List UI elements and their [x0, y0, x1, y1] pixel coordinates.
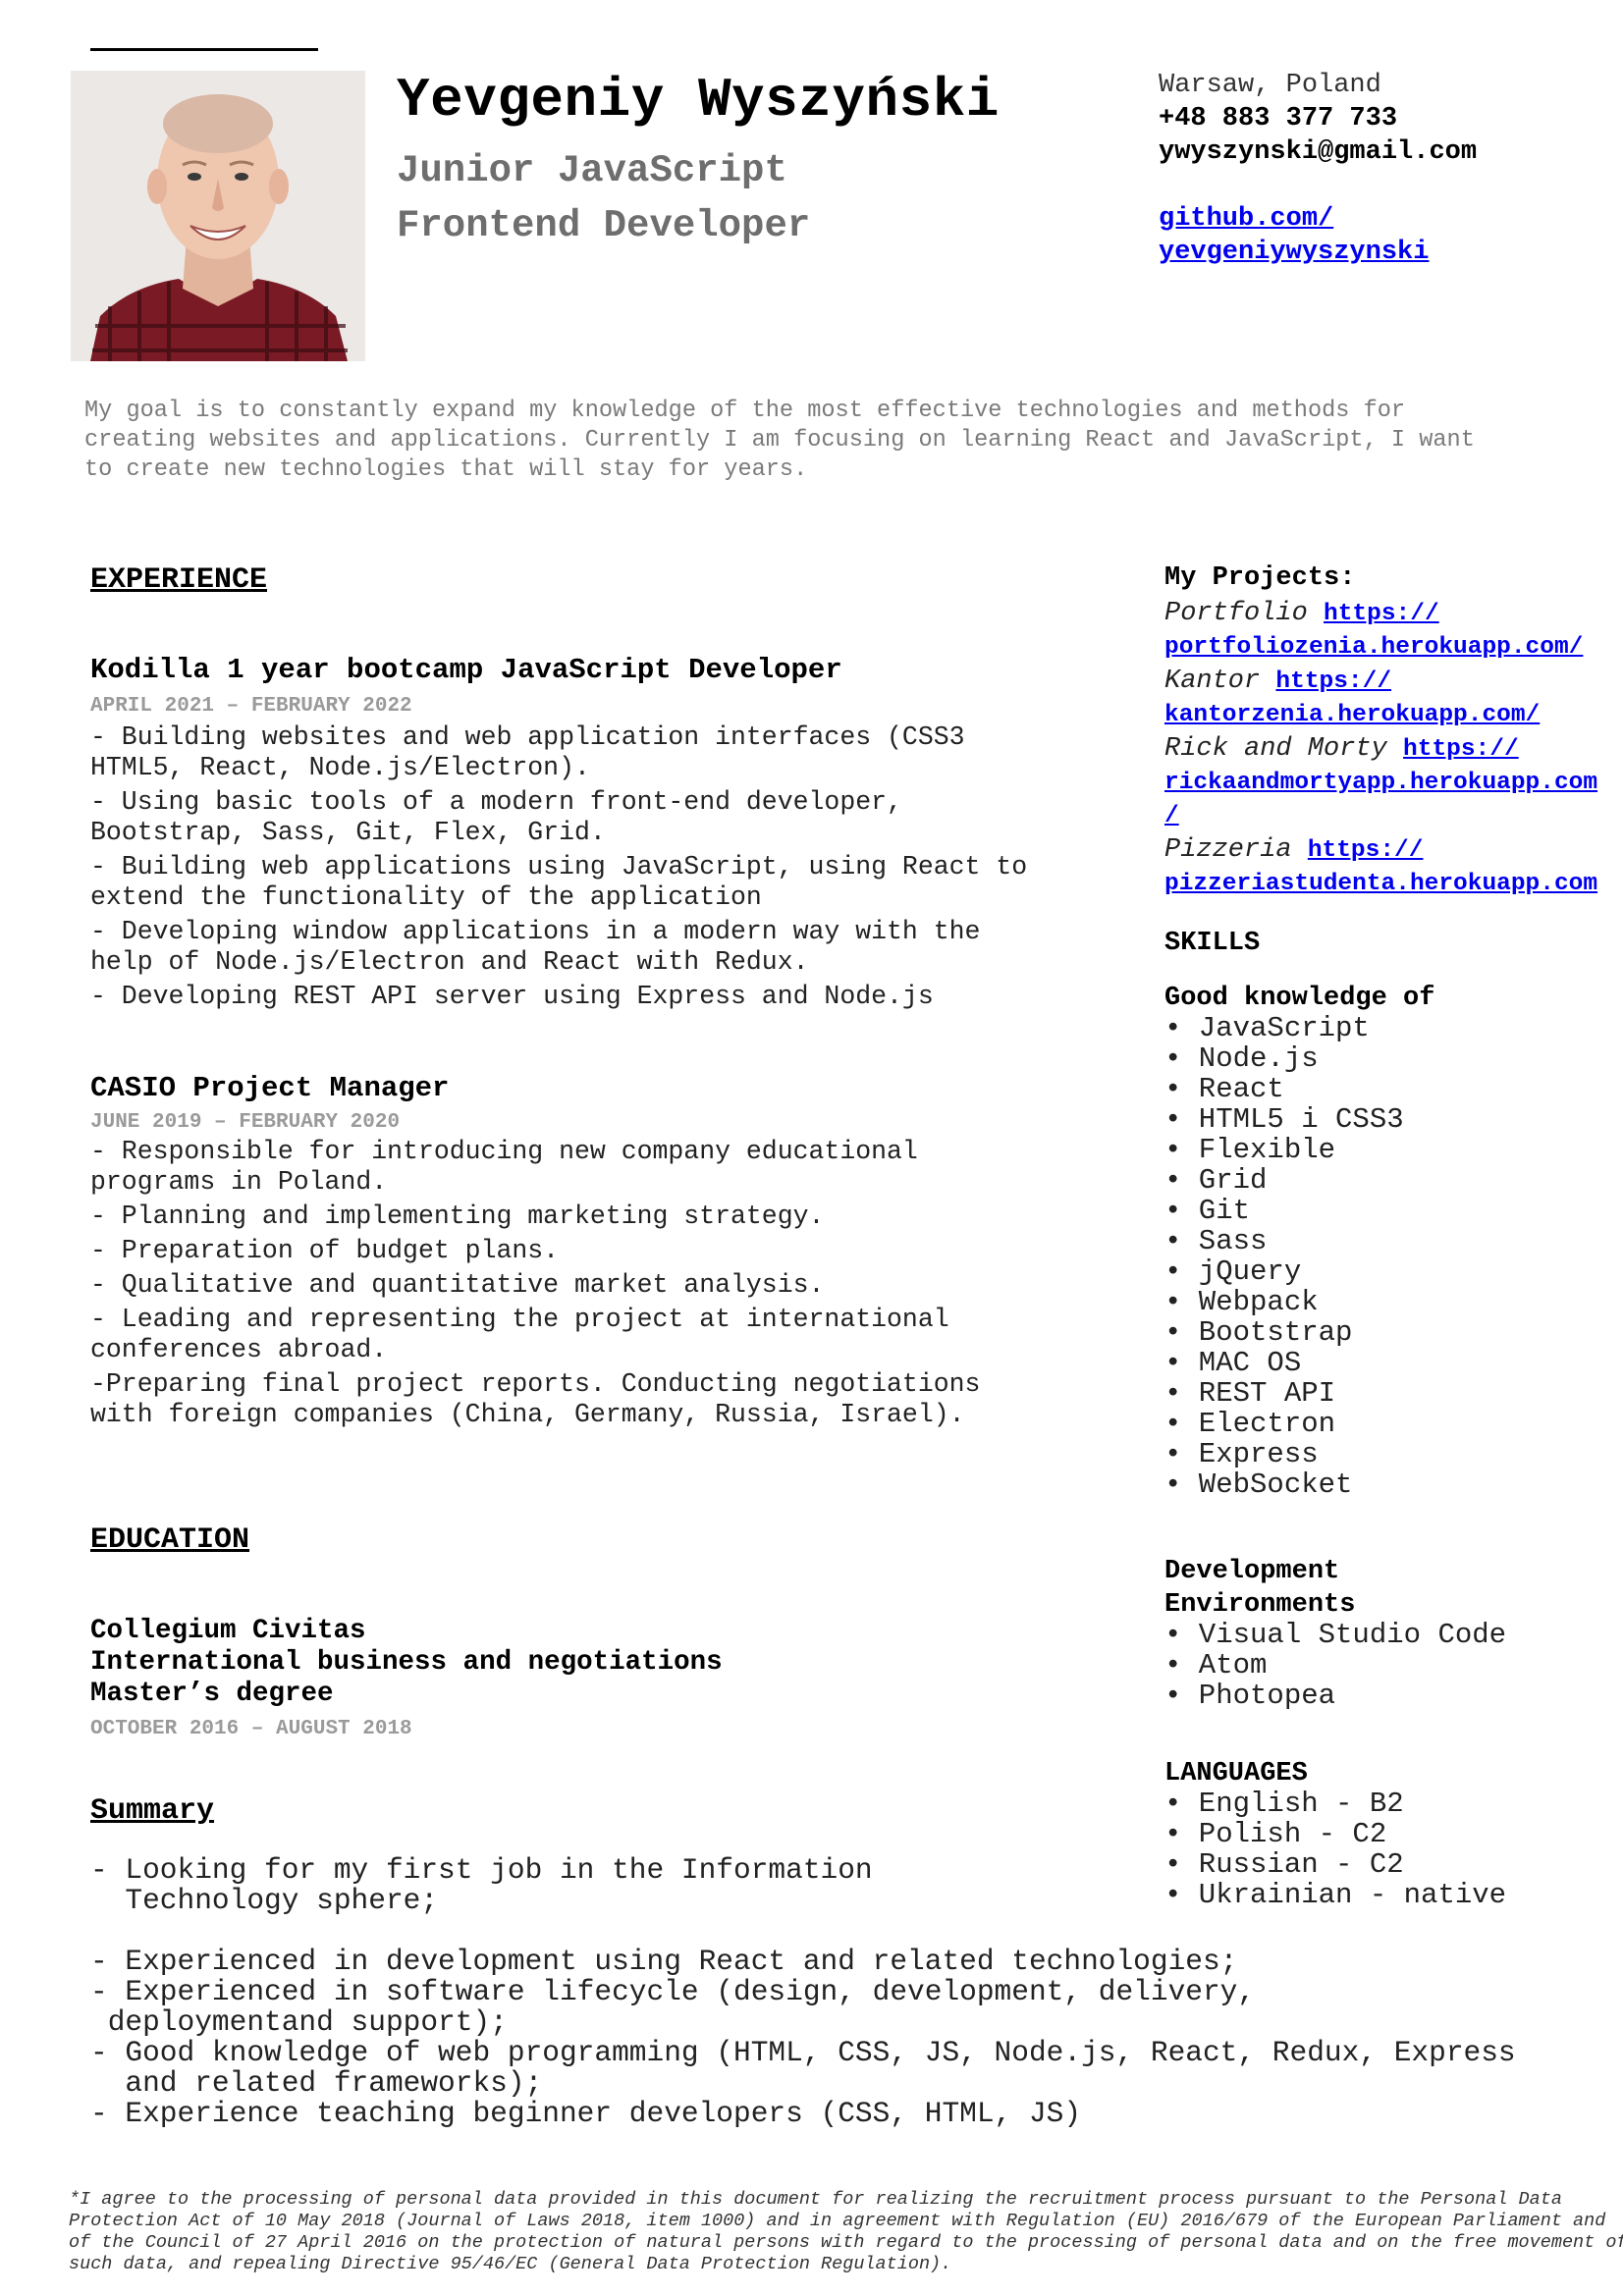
- list-item: -Preparing final project reports. Conduc…: [90, 1369, 981, 1429]
- projects-heading: My Projects:: [1164, 563, 1356, 593]
- list-item: • Ukrainian - native: [1164, 1879, 1507, 1911]
- github-link-line-2[interactable]: yevgeniywyszynski: [1159, 236, 1477, 269]
- project-link[interactable]: pizzeriastudenta.herokuapp.com: [1164, 868, 1616, 901]
- top-rule: [90, 48, 318, 51]
- education-field: International business and negotiations: [90, 1647, 723, 1678]
- environments-list: • Visual Studio Code • Atom • Photopea: [1164, 1620, 1506, 1711]
- skills-list: • JavaScript • Node.js • React • HTML5 i…: [1164, 1013, 1404, 1500]
- job-dates-kodilla: APRIL 2021 – FEBRUARY 2022: [90, 695, 412, 718]
- project-link[interactable]: https://: [1275, 668, 1391, 695]
- education-school: Collegium Civitas: [90, 1616, 366, 1646]
- education-block: Collegium Civitas International business…: [90, 1616, 723, 1710]
- list-item: • Visual Studio Code: [1164, 1619, 1507, 1651]
- job-title-casio: CASIO Project Manager: [90, 1072, 450, 1104]
- list-item: • MAC OS: [1164, 1347, 1302, 1379]
- project-name: Rick and Morty: [1164, 734, 1387, 764]
- project-name: Kantor: [1164, 667, 1261, 696]
- contact-email[interactable]: ywyszynski@gmail.com: [1159, 135, 1477, 169]
- project-kantor: Kantor https:// kantorzenia.herokuapp.co…: [1164, 665, 1616, 732]
- list-item: • WebSocket: [1164, 1468, 1353, 1501]
- github-link-line-1[interactable]: github.com/: [1159, 202, 1477, 236]
- project-portfolio: Portfolio https:// portfoliozenia.heroku…: [1164, 597, 1616, 665]
- list-item: • jQuery: [1164, 1255, 1302, 1288]
- list-item: - Developing window applications in a mo…: [90, 917, 981, 977]
- education-heading: EDUCATION: [90, 1523, 250, 1557]
- experience-heading: EXPERIENCE: [90, 563, 268, 597]
- list-item: • Grid: [1164, 1164, 1268, 1197]
- job-duties-casio: - Responsible for introducing new compan…: [90, 1137, 1053, 1434]
- job-role-line-2: Frontend Developer: [397, 204, 811, 247]
- list-item: • Flexible: [1164, 1134, 1336, 1166]
- job-title-kodilla: Kodilla 1 year bootcamp JavaScript Devel…: [90, 654, 842, 686]
- education-dates: OCTOBER 2016 – AUGUST 2018: [90, 1718, 412, 1740]
- list-item: • Node.js: [1164, 1042, 1319, 1075]
- skills-heading: SKILLS: [1164, 929, 1261, 958]
- profile-photo: [71, 71, 365, 361]
- list-item: - Qualitative and quantitative market an…: [90, 1270, 825, 1300]
- projects-list: Portfolio https:// portfoliozenia.heroku…: [1164, 597, 1616, 901]
- skills-subtitle: Good knowledge of: [1164, 984, 1435, 1013]
- job-role-line-1: Junior JavaScript: [397, 149, 787, 192]
- list-item: • Electron: [1164, 1408, 1336, 1440]
- list-item: • HTML5 i CSS3: [1164, 1103, 1404, 1136]
- environments-heading-line-1: Development: [1164, 1557, 1340, 1586]
- job-dates-casio: JUNE 2019 – FEBRUARY 2020: [90, 1111, 401, 1134]
- contact-block: Warsaw, Poland +48 883 377 733 ywyszynsk…: [1159, 69, 1477, 269]
- contact-phone[interactable]: +48 883 377 733: [1159, 102, 1477, 135]
- education-degree: Master’s degree: [90, 1679, 334, 1709]
- project-pizzeria: Pizzeria https:// pizzeriastudenta.herok…: [1164, 833, 1616, 901]
- list-item: • Photopea: [1164, 1680, 1336, 1712]
- list-item: • REST API: [1164, 1377, 1336, 1410]
- job-role: Junior JavaScript Frontend Developer: [397, 143, 810, 253]
- project-link[interactable]: /: [1164, 800, 1616, 833]
- languages-list: • English - B2 • Polish - C2 • Russian -…: [1164, 1789, 1506, 1910]
- languages-heading: LANGUAGES: [1164, 1759, 1308, 1789]
- candidate-name: Yevgeniy Wyszyński: [397, 69, 1000, 132]
- list-item: • Express: [1164, 1438, 1319, 1470]
- project-link[interactable]: https://: [1403, 736, 1519, 763]
- project-rick-and-morty: Rick and Morty https:// rickaandmortyapp…: [1164, 732, 1616, 833]
- project-link[interactable]: rickaandmortyapp.herokuapp.com: [1164, 767, 1616, 800]
- github-link[interactable]: github.com/ yevgeniywyszynski: [1159, 202, 1477, 269]
- list-item: - Planning and implementing marketing st…: [90, 1201, 825, 1231]
- list-item: - Using basic tools of a modern front-en…: [90, 787, 902, 847]
- list-item: • React: [1164, 1073, 1284, 1105]
- project-link[interactable]: https://: [1308, 837, 1424, 864]
- gdpr-consent-note: *I agree to the processing of personal d…: [69, 2189, 1623, 2274]
- list-item: - Building web applications using JavaSc…: [90, 852, 1028, 912]
- list-item: - Responsible for introducing new compan…: [90, 1137, 918, 1197]
- list-item: • Atom: [1164, 1649, 1268, 1682]
- project-link[interactable]: portfoliozenia.herokuapp.com/: [1164, 631, 1616, 665]
- list-item: - Developing REST API server using Expre…: [90, 982, 934, 1011]
- environments-heading: Development Environments: [1164, 1555, 1355, 1622]
- list-item: - Building websites and web application …: [90, 722, 965, 782]
- project-link[interactable]: kantorzenia.herokuapp.com/: [1164, 699, 1616, 732]
- list-item: • Webpack: [1164, 1286, 1319, 1318]
- summary-heading: Summary: [90, 1794, 215, 1828]
- project-link[interactable]: https://: [1324, 601, 1439, 627]
- list-item: - Leading and representing the project a…: [90, 1305, 949, 1364]
- list-item: • Russian - C2: [1164, 1848, 1404, 1881]
- list-item: - Preparation of budget plans.: [90, 1236, 560, 1265]
- contact-city: Warsaw, Poland: [1159, 71, 1381, 100]
- environments-heading-line-2: Environments: [1164, 1590, 1356, 1620]
- list-item: • Polish - C2: [1164, 1818, 1387, 1850]
- list-item: • Git: [1164, 1195, 1251, 1227]
- project-name: Pizzeria: [1164, 835, 1292, 865]
- career-goal: My goal is to constantly expand my knowl…: [84, 398, 1475, 483]
- list-item: • JavaScript: [1164, 1012, 1370, 1044]
- list-item: • Sass: [1164, 1225, 1268, 1257]
- list-item: • Bootstrap: [1164, 1316, 1353, 1349]
- list-item: • English - B2: [1164, 1788, 1404, 1820]
- job-duties-kodilla: - Building websites and web application …: [90, 722, 1053, 1016]
- project-name: Portfolio: [1164, 599, 1308, 628]
